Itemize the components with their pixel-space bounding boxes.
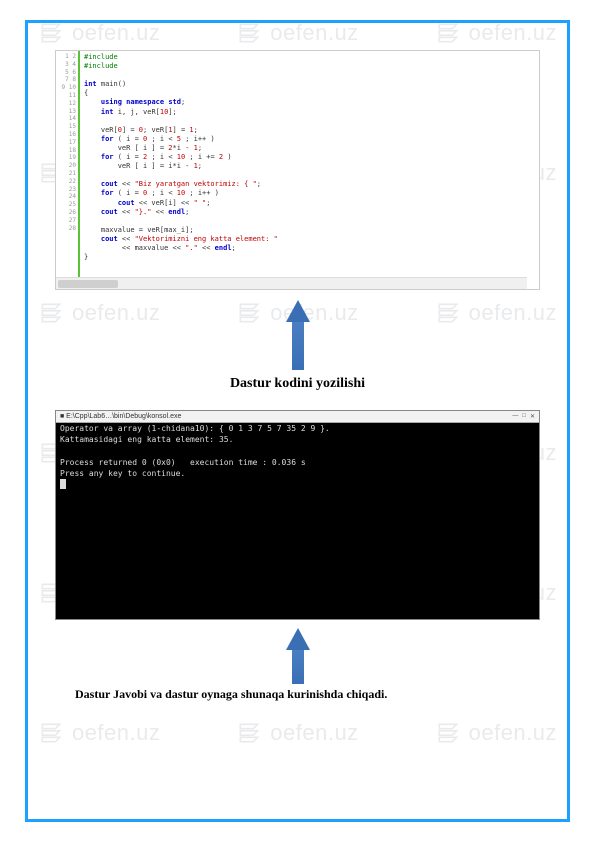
console-titlebar: ■ E:\Cpp\Lab6…\bin\Debug\konsol.exe — □ … xyxy=(56,411,539,423)
code-change-margin xyxy=(78,51,80,289)
code-caption: Dastur kodini yozilishi xyxy=(55,376,540,392)
scrollbar-thumb[interactable] xyxy=(58,280,118,288)
maximize-icon[interactable]: □ xyxy=(522,413,526,420)
code-line-numbers: 1 2 3 4 5 6 7 8 9 10 11 12 13 14 15 16 1… xyxy=(58,53,76,232)
window-controls: — □ ✕ xyxy=(512,413,535,420)
arrow-up-icon xyxy=(286,300,310,370)
console-caption: Dastur Javobi va dastur oynaga shunaqa k… xyxy=(75,687,540,702)
console-screenshot: ■ E:\Cpp\Lab6…\bin\Debug\konsol.exe — □ … xyxy=(55,410,540,620)
minimize-icon[interactable]: — xyxy=(512,413,518,420)
console-title-text: ■ E:\Cpp\Lab6…\bin\Debug\konsol.exe xyxy=(60,413,181,420)
code-editor-screenshot: 1 2 3 4 5 6 7 8 9 10 11 12 13 14 15 16 1… xyxy=(55,50,540,290)
page-content: 1 2 3 4 5 6 7 8 9 10 11 12 13 14 15 16 1… xyxy=(25,20,570,822)
horizontal-scrollbar[interactable] xyxy=(56,277,527,289)
close-icon[interactable]: ✕ xyxy=(530,413,535,420)
arrow-up-icon xyxy=(286,628,310,683)
console-output: Operator va array (1-chidana10): { 0 1 3… xyxy=(60,423,535,490)
code-text: #include #include int main() { using nam… xyxy=(84,53,535,262)
